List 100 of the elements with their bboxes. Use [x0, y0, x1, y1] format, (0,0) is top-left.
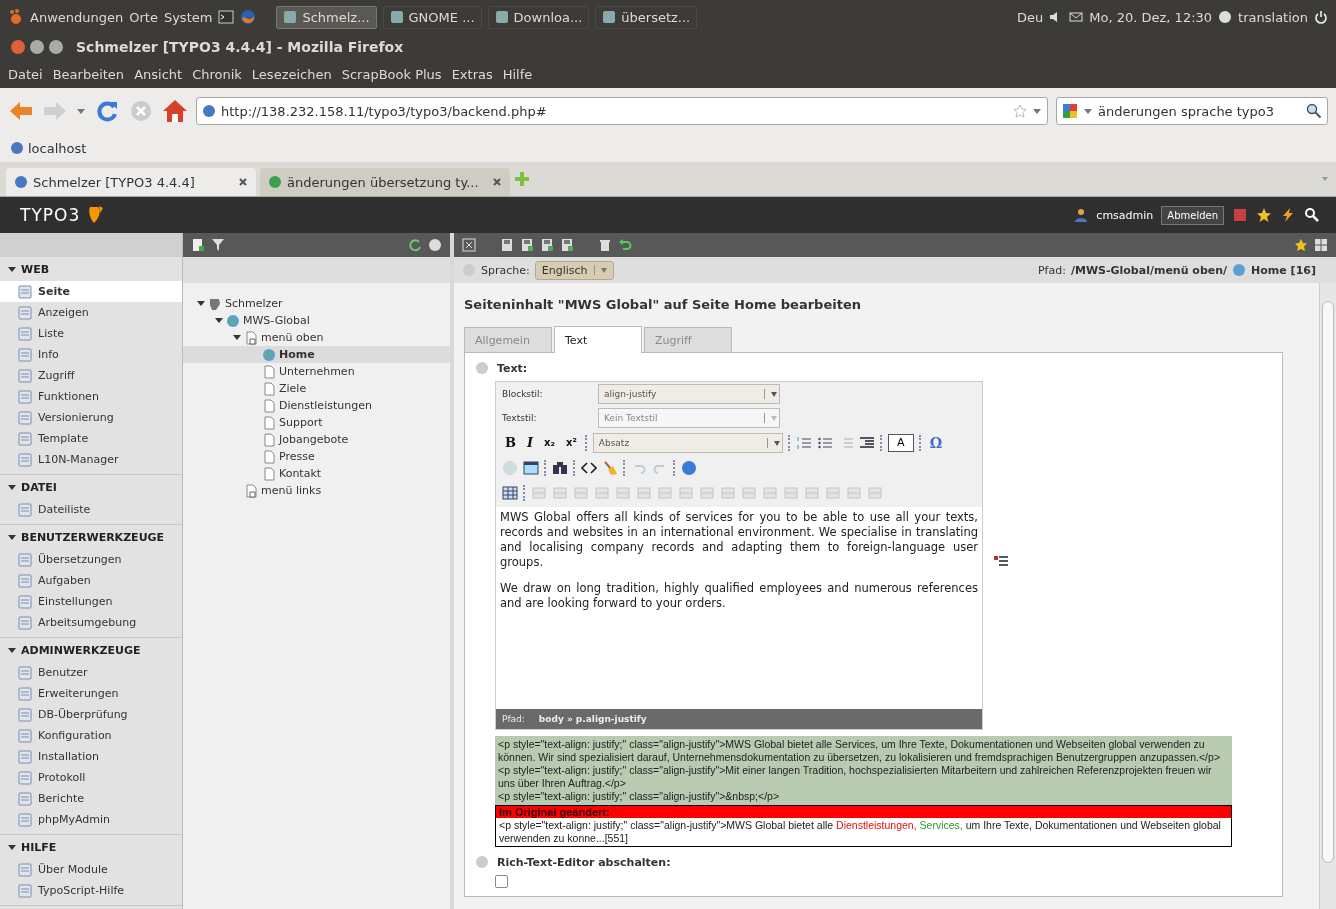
caret-icon[interactable]	[1083, 106, 1093, 116]
tree-node[interactable]: menü oben	[261, 331, 324, 344]
tree-node[interactable]: menü links	[261, 484, 322, 497]
binoculars-icon[interactable]	[552, 459, 568, 476]
delete-icon[interactable]	[598, 238, 612, 252]
taskbar-button[interactable]: GNOME ...	[382, 5, 482, 29]
user-name[interactable]: translation	[1238, 9, 1308, 25]
module-item[interactable]: Benutzer	[0, 662, 182, 683]
star-icon[interactable]	[1256, 207, 1272, 223]
module-item[interactable]: Einstellungen	[0, 591, 182, 612]
refresh-icon[interactable]	[408, 238, 422, 252]
mail-icon[interactable]	[1069, 10, 1084, 24]
menu-item[interactable]: Hilfe	[502, 66, 533, 82]
module-group-header[interactable]: ADMINWERKZEUGE	[0, 638, 182, 662]
tree-node[interactable]: Kontakt	[279, 467, 322, 480]
browser-icon[interactable]	[240, 9, 257, 25]
foot-icon[interactable]	[8, 9, 24, 25]
browser-tab[interactable]: Schmelzer [TYPO3 4.4.4]	[6, 168, 256, 196]
home-icon[interactable]	[162, 98, 188, 124]
module-item[interactable]: Zugriff	[0, 365, 182, 386]
save-icon[interactable]	[500, 238, 514, 252]
format-select[interactable]: Absatz	[592, 432, 783, 453]
tree-node[interactable]: Schmelzer	[225, 297, 283, 310]
save-icon[interactable]	[560, 238, 574, 252]
tree-node[interactable]: Unternehmen	[279, 365, 355, 378]
module-item[interactable]: TypoScript-Hilfe	[0, 880, 182, 901]
user-name[interactable]: cmsadmin	[1096, 208, 1154, 222]
module-item[interactable]: Template	[0, 428, 182, 449]
tree-node[interactable]: Support	[279, 416, 323, 429]
module-item[interactable]: Protokoll	[0, 767, 182, 788]
search-icon[interactable]	[1306, 103, 1322, 119]
module-item[interactable]: Arbeitsumgebung	[0, 612, 182, 633]
module-item[interactable]: Info	[0, 344, 182, 365]
scrollbar[interactable]	[1319, 283, 1336, 909]
power-icon[interactable]	[1314, 10, 1328, 24]
format-button[interactable]: x₂	[541, 437, 558, 448]
tree-node[interactable]: Ziele	[279, 382, 307, 395]
module-item[interactable]: DB-Überprüfung	[0, 704, 182, 725]
module-item[interactable]: Funktionen	[0, 386, 182, 407]
clock[interactable]: Mo, 20. Dez, 12:30	[1089, 9, 1213, 25]
checkbox[interactable]	[495, 875, 508, 888]
module-item[interactable]: Über Module	[0, 859, 182, 880]
module-item[interactable]: Installation	[0, 746, 182, 767]
tree-node[interactable]: MWS-Global	[243, 314, 310, 327]
menu-item[interactable]: Chronik	[192, 66, 242, 82]
form-tab[interactable]: Text	[554, 326, 642, 353]
taskbar-button[interactable]: Schmelz...	[276, 5, 377, 29]
terminal-icon[interactable]	[218, 9, 235, 25]
logout-button[interactable]: Abmelden	[1161, 205, 1224, 225]
search-field[interactable]: änderungen sprache typo3	[1056, 97, 1328, 125]
close-icon[interactable]	[492, 177, 502, 187]
tree-node[interactable]: Jobangebote	[279, 433, 349, 446]
tree-node[interactable]: Dienstleistungen	[279, 399, 372, 412]
undo-icon[interactable]	[618, 238, 632, 252]
block-style-select[interactable]: align-justify	[598, 384, 780, 404]
menu-item[interactable]: Bearbeiten	[52, 66, 125, 82]
caret-icon[interactable]	[76, 106, 86, 116]
expand-toggle[interactable]	[197, 301, 205, 306]
module-item[interactable]: Konfiguration	[0, 725, 182, 746]
module-item[interactable]: Berichte	[0, 788, 182, 809]
caret-icon[interactable]	[1032, 106, 1042, 116]
module-item[interactable]: Liste	[0, 323, 182, 344]
lightning-icon[interactable]	[1280, 207, 1296, 223]
bookmark-link[interactable]: localhost	[10, 140, 87, 156]
module-item[interactable]: Erweiterungen	[0, 683, 182, 704]
star-icon[interactable]	[1013, 104, 1027, 118]
panel-menu[interactable]: Anwendungen	[30, 9, 124, 25]
module-group-header[interactable]: BENUTZERWERKZEUGE	[0, 525, 182, 549]
module-item[interactable]: L10N-Manager	[0, 449, 182, 470]
numbered-list-icon[interactable]	[795, 434, 812, 451]
module-group-header[interactable]: DATEI	[0, 475, 182, 499]
menu-item[interactable]: Lesezeichen	[251, 66, 332, 82]
module-item[interactable]: Versionierung	[0, 407, 182, 428]
menu-item[interactable]: Ansicht	[134, 66, 183, 82]
code-icon[interactable]	[581, 459, 597, 476]
module-item[interactable]: Dateiliste	[0, 499, 182, 520]
special-character-button[interactable]: Ω	[926, 434, 946, 451]
keyboard-layout[interactable]: Deu	[1017, 9, 1044, 25]
browser-tab[interactable]: änderungen übersetzung ty...	[260, 168, 510, 196]
address-field[interactable]: http://138.232.158.11/typo3/typo3/backend.php#	[196, 97, 1048, 125]
indent-icon[interactable]	[858, 434, 875, 451]
save-icon[interactable]	[540, 238, 554, 252]
module-group-header[interactable]: HILFE	[0, 835, 182, 859]
text-color-button[interactable]: A	[887, 433, 914, 452]
menu-item[interactable]: Datei	[8, 66, 43, 82]
expand-toggle[interactable]	[233, 335, 241, 340]
save-icon[interactable]	[520, 238, 534, 252]
broom-icon[interactable]	[602, 459, 618, 476]
format-button[interactable]: B	[502, 435, 519, 450]
tree-node[interactable]: Home	[279, 348, 315, 361]
window-controls-icon[interactable]	[10, 39, 66, 55]
view-icon[interactable]	[1314, 238, 1328, 252]
menu-item[interactable]: Extras	[451, 66, 493, 82]
new-page-icon[interactable]	[191, 238, 205, 252]
panel-menu[interactable]: Orte	[129, 9, 158, 25]
window-icon[interactable]	[523, 459, 539, 476]
tree-node[interactable]: Presse	[279, 450, 315, 463]
module-item[interactable]: phpMyAdmin	[0, 809, 182, 830]
bookmark-star-icon[interactable]	[1294, 238, 1308, 252]
editor-area[interactable]	[496, 507, 982, 709]
